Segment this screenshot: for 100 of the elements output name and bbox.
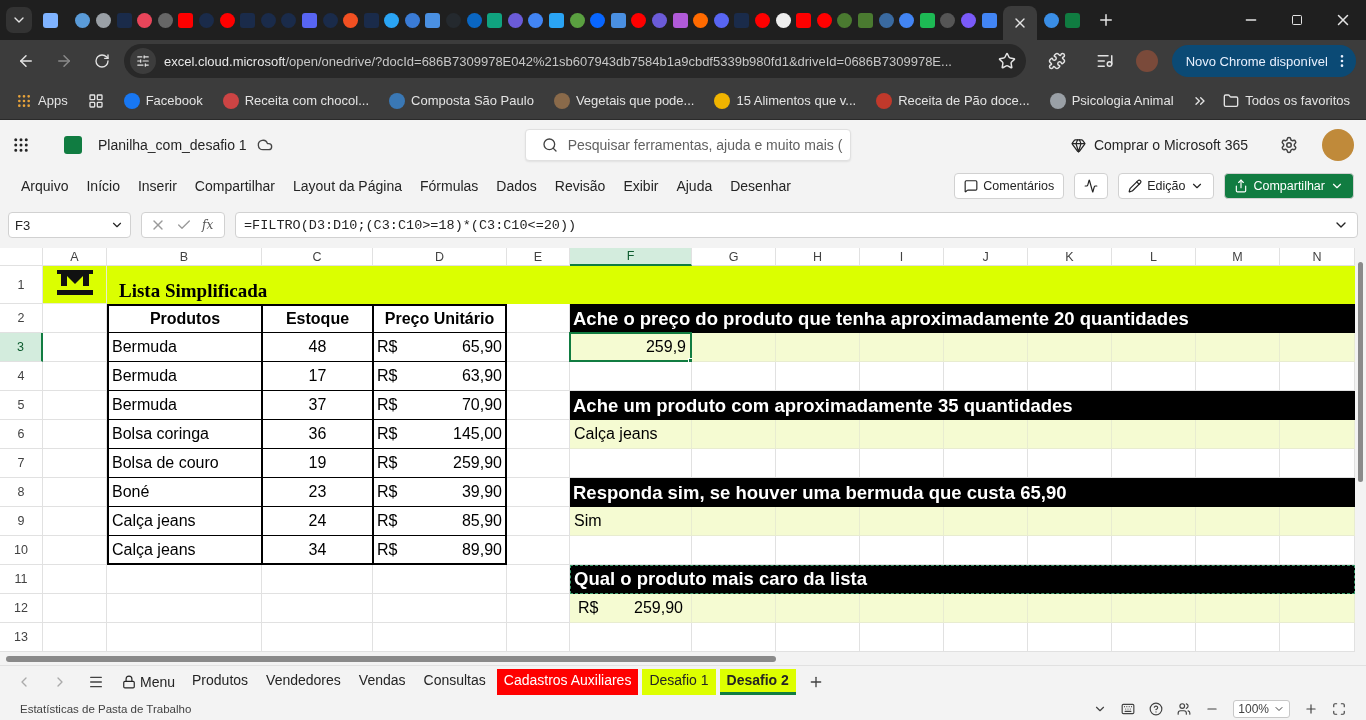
keyboard-icon[interactable]	[1121, 701, 1136, 716]
grid-cell[interactable]	[43, 623, 107, 652]
zoom-in-icon[interactable]	[1304, 701, 1318, 716]
selected-cell[interactable]: 259,9	[569, 332, 692, 362]
column-header[interactable]: D	[373, 248, 507, 266]
grid-cell[interactable]	[1028, 449, 1112, 478]
grid-cell[interactable]	[507, 536, 570, 565]
grid-cell[interactable]	[1196, 420, 1280, 449]
grid-cell[interactable]	[43, 536, 107, 565]
grid-cell[interactable]	[1112, 420, 1196, 449]
grid-cell[interactable]	[373, 594, 507, 623]
tab-search-button[interactable]	[6, 7, 32, 33]
grid-cell[interactable]	[1028, 362, 1112, 391]
row-header[interactable]: 10	[0, 536, 43, 565]
grid-cell[interactable]	[776, 536, 860, 565]
grid-cell[interactable]	[692, 623, 776, 652]
column-header[interactable]: M	[1196, 248, 1280, 266]
workbook-statistics[interactable]: Estatísticas de Pasta de Trabalho	[20, 702, 192, 715]
sheet-tab[interactable]: Desafio 1	[642, 668, 716, 695]
grid-cell[interactable]	[507, 420, 570, 449]
sheet-menu-button[interactable]: Menu	[116, 673, 182, 690]
grid-cell[interactable]	[507, 362, 570, 391]
grid-cell[interactable]	[776, 420, 860, 449]
sheet-tab[interactable]: Vendas	[351, 668, 413, 695]
bookmark[interactable]: Vegetais que pode...	[545, 92, 703, 109]
grid-cell[interactable]	[570, 623, 692, 652]
sheet-tab[interactable]: Consultas	[416, 668, 493, 695]
grid-cell[interactable]	[43, 304, 107, 333]
sheet-tab[interactable]: Vendedores	[259, 668, 348, 695]
grid-cell[interactable]	[776, 449, 860, 478]
grid-cell[interactable]	[1112, 333, 1196, 362]
row-header[interactable]: 5	[0, 391, 43, 420]
grid-cell[interactable]	[1196, 536, 1280, 565]
bookmark[interactable]: Receita com chocol...	[214, 92, 377, 109]
column-header[interactable]: B	[107, 248, 262, 266]
column-header[interactable]: C	[262, 248, 373, 266]
bookmark[interactable]: 15 Alimentos que v...	[706, 92, 865, 109]
grid-cell[interactable]	[944, 362, 1028, 391]
row-header[interactable]: 7	[0, 449, 43, 478]
grid-cell[interactable]	[507, 391, 570, 420]
grid-cell[interactable]	[1028, 333, 1112, 362]
grid-cell[interactable]	[1280, 507, 1355, 536]
grid-cell[interactable]	[1196, 507, 1280, 536]
grid-cell[interactable]	[1280, 362, 1355, 391]
bookmark-folder[interactable]: Todos os favoritos	[1215, 92, 1358, 109]
grid-cell[interactable]	[373, 623, 507, 652]
column-header[interactable]: A	[43, 248, 107, 266]
menu-tab[interactable]: Fórmulas	[410, 178, 488, 194]
grid-cell[interactable]	[1028, 594, 1112, 623]
grid-cell[interactable]	[1280, 623, 1355, 652]
menu-tab[interactable]: Desenhar	[721, 178, 800, 194]
menu-tab[interactable]: Revisão	[545, 178, 615, 194]
column-header[interactable]: H	[776, 248, 860, 266]
bookmark[interactable]: Psicologia Animal	[1041, 92, 1182, 109]
grid-cell[interactable]	[507, 304, 570, 333]
grid-cell[interactable]	[43, 391, 107, 420]
grid-cell[interactable]	[944, 420, 1028, 449]
grid-cell[interactable]	[692, 507, 776, 536]
column-header[interactable]: F	[570, 248, 692, 266]
row-header[interactable]: 4	[0, 362, 43, 391]
bookmark[interactable]: Composta São Paulo	[381, 92, 542, 109]
column-header[interactable]: I	[860, 248, 944, 266]
grid-cell[interactable]	[776, 507, 860, 536]
grid-cell[interactable]	[944, 623, 1028, 652]
column-header[interactable]: E	[507, 248, 570, 266]
settings-icon[interactable]	[1280, 136, 1298, 154]
sheet-tab[interactable]: Desafio 2	[719, 668, 796, 695]
grid-cell[interactable]	[776, 333, 860, 362]
site-settings-icon[interactable]	[130, 48, 156, 74]
grid-cell[interactable]	[507, 449, 570, 478]
grid-cell[interactable]	[262, 623, 373, 652]
grid-cell[interactable]	[944, 449, 1028, 478]
grid-cell[interactable]	[1280, 420, 1355, 449]
grid-cell[interactable]	[776, 362, 860, 391]
grid-cell[interactable]	[107, 623, 262, 652]
grid-cell[interactable]	[1028, 536, 1112, 565]
comments-button[interactable]: Comentários	[954, 173, 1065, 199]
grid-cell[interactable]	[1196, 362, 1280, 391]
grid-cell[interactable]	[373, 565, 507, 594]
grid-cell[interactable]	[1028, 507, 1112, 536]
buy-link[interactable]: Comprar o Microsoft 365	[1070, 137, 1248, 153]
grid-cell[interactable]	[1028, 420, 1112, 449]
column-header[interactable]: K	[1028, 248, 1112, 266]
grid-cell[interactable]	[43, 594, 107, 623]
grid-cell[interactable]	[944, 507, 1028, 536]
grid-cell[interactable]: R$ 259,90	[570, 594, 692, 623]
grid-cell[interactable]	[1196, 449, 1280, 478]
grid-cell[interactable]	[692, 420, 776, 449]
scrollbar-thumb[interactable]	[6, 655, 776, 662]
menu-tab[interactable]: Início	[77, 178, 129, 194]
file-name[interactable]: Planilha_com_desafio 1	[98, 137, 247, 153]
grid-cell[interactable]	[107, 565, 262, 594]
tab-groups-icon[interactable]	[87, 92, 104, 109]
grid-cell[interactable]	[692, 449, 776, 478]
grid-cell[interactable]	[944, 333, 1028, 362]
grid-cell[interactable]	[1028, 623, 1112, 652]
menu-tab[interactable]: Arquivo	[12, 178, 78, 194]
grid-cell[interactable]	[944, 594, 1028, 623]
grid-cell[interactable]	[860, 536, 944, 565]
grid-cell[interactable]	[1280, 594, 1355, 623]
